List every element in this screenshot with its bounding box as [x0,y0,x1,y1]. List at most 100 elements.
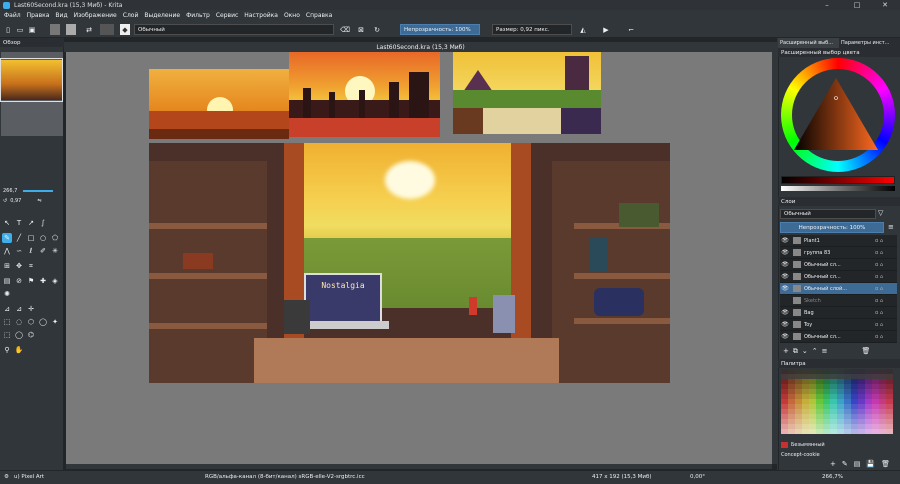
color-value-bar[interactable] [781,186,895,191]
layer-flags[interactable]: α ⌂ [875,238,897,244]
transform-icon[interactable]: ⊞ [2,261,12,271]
mirror-vertical-icon[interactable]: ▶ [600,24,612,35]
freehand-brush-icon[interactable]: ✎ [2,233,12,243]
fill-tool-icon[interactable]: ◈ [50,276,60,286]
palette-swatch[interactable] [865,429,872,434]
add-swatch-icon[interactable]: + [830,460,836,468]
blend-mode-select[interactable]: Обычный [134,24,334,35]
layer-row[interactable]: 👁 Обычный сл... α ⌂ [780,271,897,283]
freehand-path-icon[interactable]: ℓ [26,246,36,256]
palette-swatch[interactable] [872,429,879,434]
palette-swatch[interactable] [781,429,788,434]
layer-row[interactable]: 👁 Обычный сл... α ⌂ [780,331,897,343]
edit-shapes-icon[interactable]: ↗ [26,218,36,228]
menu-image[interactable]: Изображение [74,12,117,19]
color-picker-icon[interactable]: ⊘ [14,276,24,286]
layer-filter-icon[interactable]: ▽ [878,209,888,219]
tab-tool-options[interactable]: Параметры инст... [839,38,900,48]
palette-swatch[interactable] [809,429,816,434]
line-tool-icon[interactable]: ╱ [14,233,24,243]
zoom-value[interactable]: 266,7 [3,188,17,194]
eye-icon[interactable]: 👁 [780,285,790,292]
layer-row[interactable]: 👁 Plant1 α ⌂ [780,235,897,247]
foreground-color-swatch[interactable] [50,24,60,35]
pan-view-icon[interactable]: ✛ [26,304,36,314]
rect-select-icon[interactable]: ⬚ [2,317,12,327]
swap-colors-icon[interactable]: ⇄ [84,24,94,35]
close-button[interactable]: ✕ [870,0,900,10]
move-icon[interactable]: ✥ [14,261,24,271]
menu-edit[interactable]: Правка [27,12,50,19]
layer-flags[interactable]: α ⌂ [875,322,897,328]
layer-row[interactable]: Sketch α ⌂ [780,295,897,307]
palette-swatch[interactable] [844,429,851,434]
layer-row-selected[interactable]: 👁 Обычный слой... α ⌂ [780,283,897,295]
select-shapes-icon[interactable]: ↖ [2,218,12,228]
dynamic-brush-icon[interactable]: ✐ [38,246,48,256]
brush-preset-status-icon[interactable]: ⚙ [4,474,9,480]
eraser-icon[interactable]: ⌫ [340,24,350,35]
layer-flags[interactable]: α ⌂ [875,334,897,340]
rotate-icon[interactable]: ↺ [3,198,7,204]
magnetic-select-icon[interactable]: ⌬ [26,330,36,340]
menu-select[interactable]: Выделение [144,12,180,19]
rectangle-tool-icon[interactable]: □ [26,233,36,243]
eye-icon[interactable]: 👁 [780,321,790,328]
bezier-select-icon[interactable]: ◯ [14,330,24,340]
rotation-value[interactable]: 0,97 [10,198,21,204]
alpha-lock-icon[interactable]: ⊠ [356,24,366,35]
layer-opacity-slider[interactable]: Непрозрачность: 100% [780,222,884,233]
document-tab[interactable]: Last60Second.kra (15,3 Миб) [64,42,777,52]
status-zoom[interactable]: 266,7% [822,474,843,480]
calligraphy-icon[interactable]: ∫ [38,218,48,228]
hand-tool-icon[interactable]: ✋ [14,345,24,355]
zoom-tool-icon[interactable]: ⚲ [2,345,12,355]
multibrush-icon[interactable]: ✳ [50,246,60,256]
reference-image-icon[interactable]: ⊿ [14,304,24,314]
color-gradient-bar[interactable] [781,176,895,184]
palette-swatch[interactable] [788,429,795,434]
palette-swatch[interactable] [802,429,809,434]
mirror-view-icon[interactable]: ⇋ [37,198,41,204]
text-tool-icon[interactable]: T [14,218,24,228]
brush-preview-icon[interactable]: ◆ [120,24,130,35]
layer-menu-icon[interactable]: ≡ [888,223,894,231]
size-slider[interactable]: Размер: 0,92 пикс. [492,24,572,35]
assistant-tool-icon[interactable]: ✺ [2,289,12,299]
duplicate-layer-icon[interactable]: ⧉ [793,347,798,356]
palette-swatch[interactable] [816,429,823,434]
add-layer-icon[interactable]: + [783,347,789,355]
new-document-icon[interactable]: ▯ [3,24,13,35]
menu-filter[interactable]: Фильтр [186,12,210,19]
palette-swatch[interactable] [886,429,893,434]
layers-blend-mode-select[interactable]: Обычный [780,209,876,219]
save-palette-icon[interactable]: 💾 [866,460,875,468]
palette-swatch[interactable] [851,429,858,434]
layer-flags[interactable]: α ⌂ [875,262,897,268]
layer-flags[interactable]: α ⌂ [875,274,897,280]
reference-image-sunset[interactable] [149,69,289,139]
background-color-swatch[interactable] [66,24,76,35]
palette-grid[interactable] [781,369,893,439]
gradient-icon[interactable]: ▤ [2,276,12,286]
layer-row[interactable]: 👁 группа 83 α ⌂ [780,247,897,259]
bezier-icon[interactable]: ∽ [14,246,24,256]
layer-flags[interactable]: α ⌂ [875,298,897,304]
palette-swatch[interactable] [823,429,830,434]
reference-image-silhouettes[interactable] [289,52,440,137]
eye-icon[interactable]: 👁 [780,333,790,340]
polygon-tool-icon[interactable]: ⬠ [50,233,60,243]
edit-swatch-icon[interactable]: ✎ [842,460,848,468]
freehand-select-icon[interactable]: ◯ [38,317,48,327]
zoom-slider[interactable] [23,190,54,192]
menu-view[interactable]: Вид [55,12,67,19]
palette-swatch[interactable] [837,429,844,434]
vertical-scrollbar[interactable] [772,52,777,464]
move-layer-up-icon[interactable]: ⌃ [812,347,818,355]
palette-swatch[interactable] [830,429,837,434]
delete-swatch-icon[interactable]: 🗑 [881,460,890,468]
smart-patch-icon[interactable]: ✚ [38,276,48,286]
eye-icon[interactable]: 👁 [780,273,790,280]
maximize-button[interactable]: □ [842,0,872,10]
layer-flags[interactable]: α ⌂ [875,310,897,316]
